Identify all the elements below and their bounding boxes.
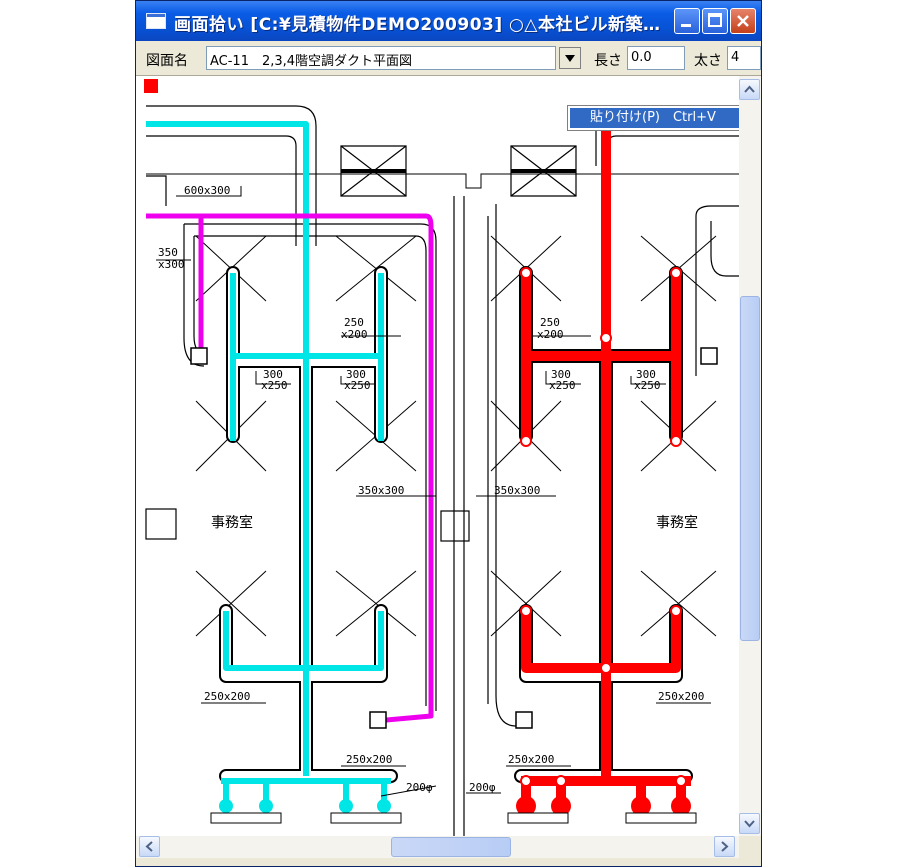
room-label: 事務室: [656, 514, 698, 531]
dim-label: x250: [261, 379, 288, 392]
duct-outline: [710, 221, 739, 277]
chevron-right-icon: [721, 841, 729, 852]
drawing-canvas[interactable]: 600x300 350 x300 250 x200 300 x250 300 x…: [136, 76, 739, 836]
center-column: [453, 196, 465, 836]
diffuser-group: [195, 235, 717, 637]
dim-label: 350x300: [494, 484, 540, 497]
cyan-trace: [146, 121, 391, 806]
thickness-label: 太さ: [694, 53, 722, 69]
fan-unit: [340, 145, 407, 197]
left-box: [145, 508, 177, 540]
close-icon: [737, 15, 749, 27]
scroll-up-button[interactable]: [739, 79, 760, 100]
dim-label: 600x300: [184, 184, 230, 197]
toolbar: 図面名 AC-11 2,3,4階空調ダクト平面図 長さ 0.0 太さ 4: [136, 41, 761, 76]
window-title: 画面拾い [C:¥見積物件DEMO200903] ○△本社ビル新築…: [174, 15, 661, 35]
drawing-name-label: 図面名: [146, 53, 188, 69]
length-label: 長さ: [594, 53, 622, 69]
dim-label: x200: [341, 328, 368, 341]
title-bar[interactable]: 画面拾い [C:¥見積物件DEMO200903] ○△本社ビル新築…: [136, 1, 761, 41]
thickness-select[interactable]: 4: [727, 46, 761, 70]
dim-label: x200: [537, 328, 564, 341]
app-window: 画面拾い [C:¥見積物件DEMO200903] ○△本社ビル新築… 図面名 A…: [135, 0, 762, 867]
scroll-left-button[interactable]: [139, 836, 160, 857]
window-icon: [146, 13, 166, 29]
dim-label: 200φ: [406, 781, 433, 794]
dim-label: x250: [344, 379, 371, 392]
chevron-left-icon: [145, 841, 153, 852]
scroll-down-button[interactable]: [739, 813, 760, 834]
wall-line: [146, 173, 739, 189]
duct-outline: [495, 204, 517, 727]
maximize-button[interactable]: [702, 8, 728, 34]
minimize-icon: [681, 24, 691, 27]
paste-menu-item[interactable]: 貼り付け(P) Ctrl+V: [570, 108, 749, 128]
maximize-icon: [708, 13, 722, 27]
drawing-name-field[interactable]: AC-11 2,3,4階空調ダクト平面図: [206, 46, 556, 70]
dim-label: 250x200: [508, 753, 554, 766]
selection-marker: [144, 79, 158, 93]
dim-label: 200φ: [469, 781, 496, 794]
resize-grip[interactable]: [739, 836, 761, 858]
fan-unit: [510, 145, 577, 197]
vertical-scrollbar[interactable]: [739, 76, 761, 836]
dim-label: 350x300: [358, 484, 404, 497]
red-trace: [521, 124, 691, 806]
context-menu: 貼り付け(P) Ctrl+V: [567, 105, 752, 131]
dim-label: x250: [634, 379, 661, 392]
vertical-scroll-thumb[interactable]: [740, 296, 760, 641]
horizontal-scrollbar[interactable]: [136, 836, 739, 858]
chevron-up-icon: [744, 85, 755, 93]
minimize-button[interactable]: [674, 8, 700, 34]
dim-label: 250x200: [204, 690, 250, 703]
dim-label: x300: [158, 258, 185, 271]
close-button[interactable]: [730, 8, 756, 34]
magenta-trace: [146, 213, 434, 724]
room-label: 事務室: [211, 514, 253, 531]
duct-inner: [221, 268, 691, 781]
cyan-fittings: [219, 799, 391, 813]
length-field[interactable]: 0.0: [627, 46, 685, 70]
dim-label: 250x200: [346, 753, 392, 766]
scroll-right-button[interactable]: [714, 836, 735, 857]
floor-plan[interactable]: 600x300 350 x300 250 x200 300 x250 300 x…: [136, 76, 739, 836]
horizontal-scroll-thumb[interactable]: [391, 837, 511, 857]
drawing-dropdown-button[interactable]: [559, 47, 581, 69]
wall-line: [146, 175, 167, 206]
duct-outline: [695, 205, 739, 217]
center-box: [440, 510, 470, 542]
dim-label: 250x200: [658, 690, 704, 703]
dim-label: x250: [549, 379, 576, 392]
duct-bodies: [219, 266, 693, 783]
chevron-down-icon: [744, 820, 755, 828]
